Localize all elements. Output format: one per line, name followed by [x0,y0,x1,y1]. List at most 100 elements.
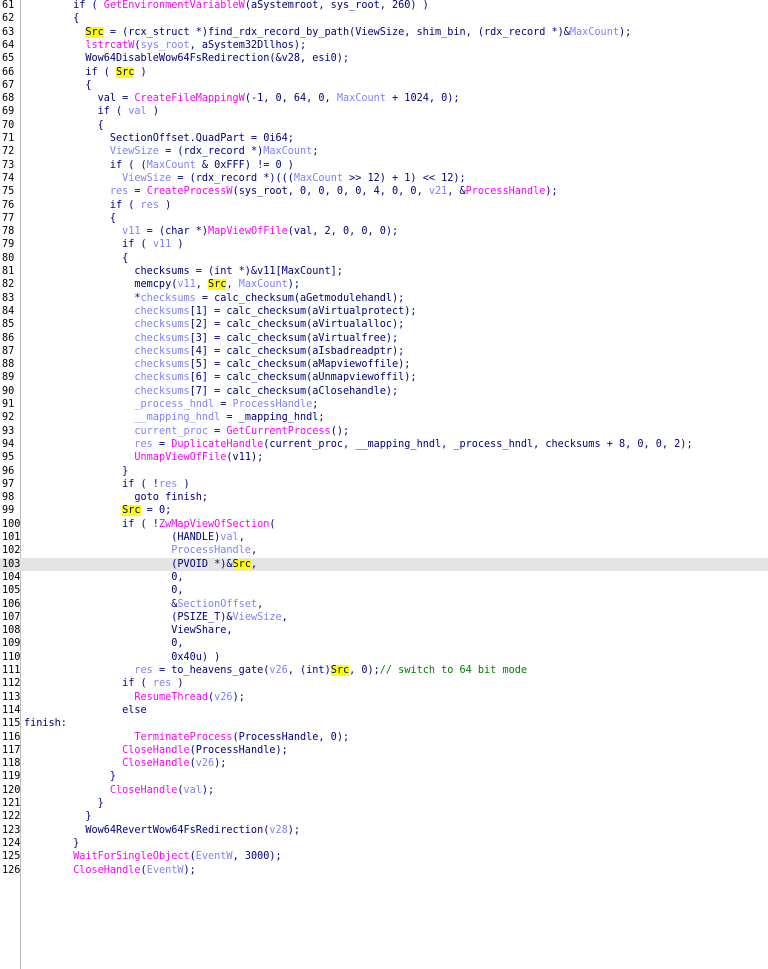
code-line[interactable]: 98 goto finish; [0,491,768,504]
code-line[interactable]: 62 { [0,12,768,25]
code-line[interactable]: 103 (PVOID *)&Src, [0,557,768,571]
code-line[interactable]: 100 if ( !ZwMapViewOfSection( [0,518,768,531]
code-line[interactable]: 92 __mapping_hndl = _mapping_hndl; [0,411,768,424]
code-text[interactable]: 0, [24,584,183,597]
code-line[interactable]: 75 res = CreateProcessW(sys_root, 0, 0, … [0,185,768,198]
code-line[interactable]: 90 checksums[7] = calc_checksum(aCloseha… [0,385,768,398]
code-text[interactable]: *checksums = calc_checksum(aGetmodulehan… [24,292,404,305]
code-text[interactable]: checksums[4] = calc_checksum(aIsbadreadp… [24,345,404,358]
code-text[interactable]: { [24,212,116,225]
code-line[interactable]: 116 TerminateProcess(ProcessHandle, 0); [0,731,768,744]
code-line[interactable]: 118 CloseHandle(v26); [0,757,768,770]
code-text[interactable]: if ( !res ) [24,478,190,491]
code-line[interactable]: 94 res = DuplicateHandle(current_proc, _… [0,438,768,451]
code-text[interactable]: TerminateProcess(ProcessHandle, 0); [24,731,349,744]
code-line[interactable]: 102 ProcessHandle, [0,544,768,557]
code-line[interactable]: 120 CloseHandle(val); [0,784,768,797]
code-text[interactable]: checksums[5] = calc_checksum(aMapviewoff… [24,358,410,371]
code-line[interactable]: 64 lstrcatW(sys_root, aSystem32Dllhos); [0,39,768,52]
code-line[interactable]: 82 memcpy(v11, Src, MaxCount); [0,278,768,291]
code-line[interactable]: 73 if ( (MaxCount & 0xFFF) != 0 ) [0,159,768,172]
code-text[interactable]: WaitForSingleObject(EventW, 3000); [24,850,282,863]
code-text[interactable]: ViewSize = (rdx_record *)(((MaxCount >> … [24,172,466,185]
code-line[interactable]: 114 else [0,704,768,717]
code-line[interactable]: 124 } [0,837,768,850]
code-text[interactable]: checksums[6] = calc_checksum(aUnmapviewo… [24,371,416,384]
code-line[interactable]: 96 } [0,465,768,478]
code-line[interactable]: 112 if ( res ) [0,677,768,690]
code-text[interactable]: checksums[7] = calc_checksum(aClosehandl… [24,385,398,398]
code-text[interactable]: if ( res ) [24,677,183,690]
code-text[interactable]: { [24,119,104,132]
code-text[interactable]: ViewSize = (rdx_record *)MaxCount; [24,145,319,158]
code-line[interactable]: 61 if ( GetEnvironmentVariableW(aSystemr… [0,0,768,12]
code-line[interactable]: 91 _process_hndl = ProcessHandle; [0,398,768,411]
code-text[interactable]: CloseHandle(val); [24,784,214,797]
code-line[interactable]: 71 SectionOffset.QuadPart = 0i64; [0,132,768,145]
code-line[interactable]: 106 &SectionOffset, [0,598,768,611]
code-line[interactable]: 126 CloseHandle(EventW); [0,864,768,877]
code-text[interactable]: if ( Src ) [24,66,147,79]
code-text[interactable]: goto finish; [24,491,208,504]
code-text[interactable]: memcpy(v11, Src, MaxCount); [24,278,300,291]
code-text[interactable]: } [24,797,104,810]
code-text[interactable]: ResumeThread(v26); [24,691,244,704]
pseudocode-view[interactable]: 61 if ( GetEnvironmentVariableW(aSystemr… [0,0,768,969]
code-line[interactable]: 117 CloseHandle(ProcessHandle); [0,744,768,757]
code-text[interactable]: Src = (rcx_struct *)find_rdx_record_by_p… [24,26,631,39]
code-text[interactable]: CloseHandle(v26); [24,757,226,770]
code-line[interactable]: 115 finish: [0,717,768,730]
code-text[interactable]: res = CreateProcessW(sys_root, 0, 0, 0, … [24,185,558,198]
code-text[interactable]: { [24,79,91,92]
code-text[interactable]: ProcessHandle, [24,544,257,557]
code-text[interactable]: Wow64RevertWow64FsRedirection(v28); [24,824,300,837]
code-text[interactable]: (PSIZE_T)&ViewSize, [24,611,288,624]
code-line[interactable]: 110 0x40u) ) [0,651,768,664]
code-line[interactable]: 111 res = to_heavens_gate(v26, (int)Src,… [0,664,768,677]
code-text[interactable]: if ( v11 ) [24,238,183,251]
code-text[interactable]: if ( val ) [24,105,159,118]
code-line[interactable]: 108 ViewShare, [0,624,768,637]
code-text[interactable]: 0x40u) ) [24,651,220,664]
code-text[interactable]: checksums = (int *)&v11[MaxCount]; [24,265,343,278]
code-text[interactable]: Wow64DisableWow64FsRedirection(&v28, esi… [24,52,349,65]
code-text[interactable]: if ( !ZwMapViewOfSection( [24,518,275,531]
code-text[interactable]: __mapping_hndl = _mapping_hndl; [24,411,324,424]
code-text[interactable]: current_proc = GetCurrentProcess(); [24,425,349,438]
code-line[interactable]: 65 Wow64DisableWow64FsRedirection(&v28, … [0,52,768,65]
code-text[interactable]: } [24,810,91,823]
code-line[interactable]: 76 if ( res ) [0,199,768,212]
code-text[interactable]: Src = 0; [24,504,171,517]
code-line[interactable]: 109 0, [0,637,768,650]
code-text[interactable]: } [24,770,116,783]
code-text[interactable]: &SectionOffset, [24,598,263,611]
code-text[interactable]: if ( res ) [24,199,171,212]
code-text[interactable]: if ( GetEnvironmentVariableW(aSystemroot… [24,0,429,12]
code-line[interactable]: 95 UnmapViewOfFile(v11); [0,451,768,464]
code-text[interactable]: checksums[1] = calc_checksum(aVirtualpro… [24,305,416,318]
code-text[interactable]: } [24,465,128,478]
code-text[interactable]: _process_hndl = ProcessHandle; [24,398,318,411]
code-text[interactable]: (PVOID *)&Src, [24,558,257,571]
code-line[interactable]: 99 Src = 0; [0,504,768,517]
code-line[interactable]: 121 } [0,797,768,810]
code-line[interactable]: 107 (PSIZE_T)&ViewSize, [0,611,768,624]
code-line[interactable]: 105 0, [0,584,768,597]
code-text[interactable]: v11 = (char *)MapViewOfFile(val, 2, 0, 0… [24,225,398,238]
code-line[interactable]: 86 checksums[3] = calc_checksum(aVirtual… [0,332,768,345]
code-text[interactable]: else [24,704,147,717]
code-text[interactable]: res = to_heavens_gate(v26, (int)Src, 0);… [24,664,527,677]
code-text[interactable]: { [24,252,128,265]
code-line[interactable]: 83 *checksums = calc_checksum(aGetmodule… [0,292,768,305]
code-line[interactable]: 68 val = CreateFileMappingW(-1, 0, 64, 0… [0,92,768,105]
code-line[interactable]: 93 current_proc = GetCurrentProcess(); [0,425,768,438]
code-line[interactable]: 70 { [0,119,768,132]
code-line[interactable]: 113 ResumeThread(v26); [0,691,768,704]
code-line[interactable]: 122 } [0,810,768,823]
code-line[interactable]: 84 checksums[1] = calc_checksum(aVirtual… [0,305,768,318]
code-line[interactable]: 67 { [0,79,768,92]
code-line[interactable]: 123 Wow64RevertWow64FsRedirection(v28); [0,824,768,837]
code-text[interactable]: { [24,12,79,25]
code-text[interactable]: SectionOffset.QuadPart = 0i64; [24,132,294,145]
code-text[interactable]: UnmapViewOfFile(v11); [24,451,263,464]
